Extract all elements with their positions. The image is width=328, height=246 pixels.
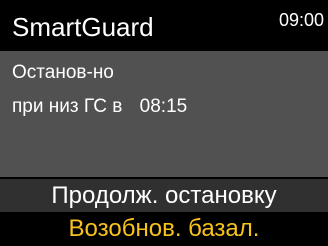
suspend-status-text: Останов-но — [12, 62, 114, 83]
status-panel: Останов-но при низ ГС в 08:15 — [0, 51, 328, 177]
title-bar: SmartGuard 09:00 — [0, 0, 328, 51]
screen-title: SmartGuard — [12, 12, 154, 42]
pump-screen: SmartGuard 09:00 Останов-но при низ ГС в… — [0, 0, 328, 246]
clock-time: 09:00 — [278, 10, 324, 30]
suspend-time: 08:15 — [139, 96, 188, 117]
continue-suspend-option[interactable]: Продолж. остановку — [0, 179, 328, 212]
resume-basal-option[interactable]: Возобнов. базал. — [0, 212, 328, 246]
suspend-reason-line: при низ ГС в 08:15 — [12, 95, 187, 119]
suspend-reason-label: при низ ГС в — [12, 96, 123, 117]
